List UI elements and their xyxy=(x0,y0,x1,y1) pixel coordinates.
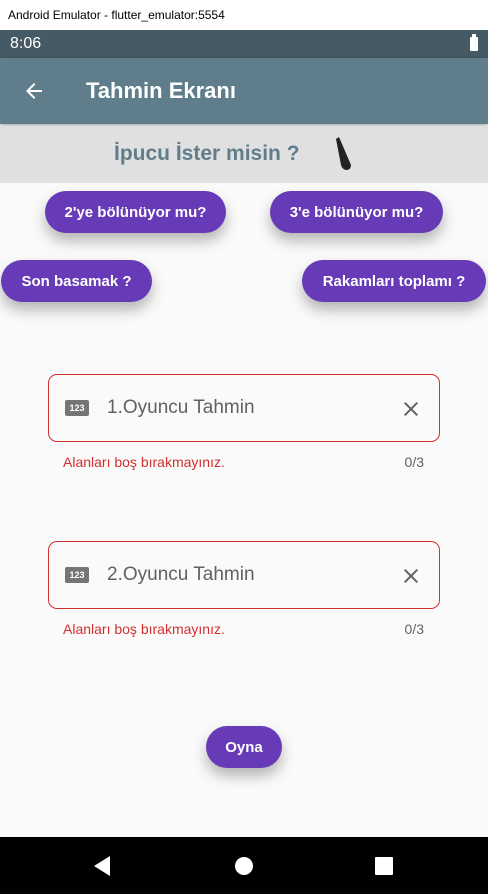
arrow-back-icon xyxy=(26,83,42,99)
player-1-counter: 0/3 xyxy=(404,454,424,470)
hint-digit-sum-button[interactable]: Rakamları toplamı ? xyxy=(302,260,486,302)
hint-divisible-by-2-button[interactable]: 2'ye bölünüyor mu? xyxy=(45,191,226,233)
hint-last-digit-button[interactable]: Son basamak ? xyxy=(1,260,152,302)
clear-icon[interactable] xyxy=(399,397,423,421)
player-2-guess-input[interactable] xyxy=(105,556,389,594)
player-2-error-text: Alanları boş bırakmayınız. xyxy=(63,621,225,637)
status-time: 8:06 xyxy=(10,35,42,52)
back-button[interactable] xyxy=(0,58,68,124)
player-1-guess-field[interactable]: 123 xyxy=(48,374,440,442)
hint-stick-icon xyxy=(336,137,351,170)
navigation-bar xyxy=(0,837,488,894)
numbers-icon: 123 xyxy=(65,567,89,583)
app-bar: Tahmin Ekranı xyxy=(0,58,488,124)
player-2-counter: 0/3 xyxy=(404,621,424,637)
nav-home-button[interactable] xyxy=(231,853,257,879)
emulator-window-title: Android Emulator - flutter_emulator:5554 xyxy=(0,0,488,30)
hint-button-label: 2'ye bölünüyor mu? xyxy=(64,203,207,221)
player-2-guess-field[interactable]: 123 xyxy=(48,541,440,609)
nav-recents-button[interactable] xyxy=(371,853,397,879)
page-title: Tahmin Ekranı xyxy=(86,78,236,103)
clear-icon[interactable] xyxy=(399,564,423,588)
triangle-back-icon xyxy=(94,856,110,876)
player-1-guess-input[interactable] xyxy=(105,389,389,427)
hint-button-label: 3'e bölünüyor mu? xyxy=(289,203,424,221)
play-button-label: Oyna xyxy=(225,738,263,756)
square-recents-icon xyxy=(375,857,393,875)
play-button[interactable]: Oyna xyxy=(206,726,282,768)
hint-button-label: Rakamları toplamı ? xyxy=(322,272,466,290)
hint-divisible-by-3-button[interactable]: 3'e bölünüyor mu? xyxy=(270,191,443,233)
numbers-icon: 123 xyxy=(65,400,89,416)
window-title-text: Android Emulator - flutter_emulator:5554 xyxy=(8,8,225,22)
battery-icon xyxy=(470,34,478,51)
circle-home-icon xyxy=(235,857,253,875)
hint-button-label: Son basamak ? xyxy=(21,272,132,290)
hint-title: İpucu İster misin ? xyxy=(114,142,300,165)
hint-bar: İpucu İster misin ? xyxy=(0,126,488,183)
nav-back-button[interactable] xyxy=(89,853,115,879)
status-bar: 8:06 xyxy=(0,30,488,58)
player-1-error-text: Alanları boş bırakmayınız. xyxy=(63,454,225,470)
